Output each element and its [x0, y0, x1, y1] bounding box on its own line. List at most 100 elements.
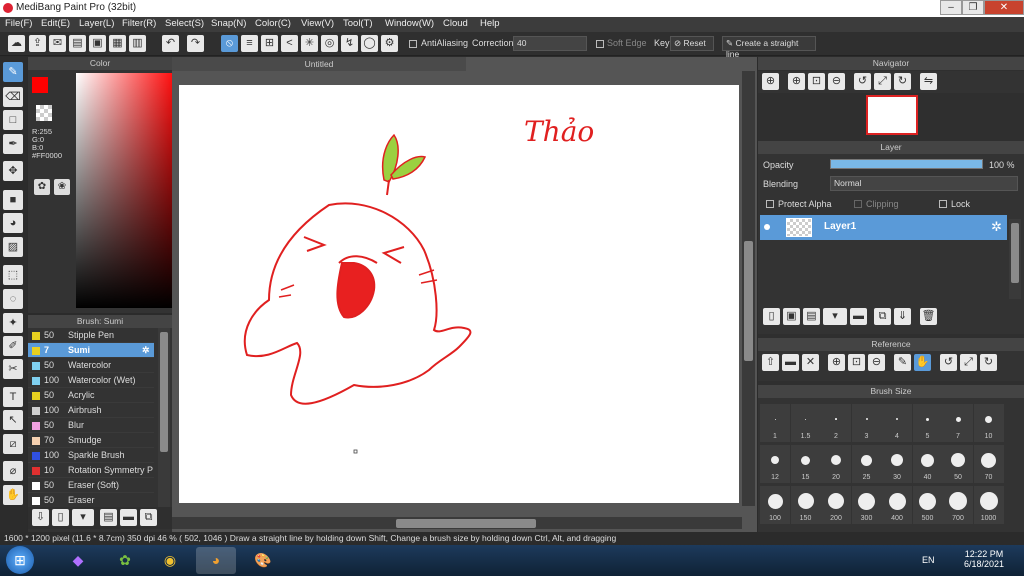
snap-off-icon[interactable]: ⦸ — [221, 35, 238, 52]
brush-size-option[interactable]: 25 — [851, 445, 882, 483]
brush-size-option[interactable]: 20 — [821, 445, 851, 483]
brush-size-option[interactable]: 30 — [882, 445, 912, 483]
blending-select[interactable]: Normal — [830, 176, 1018, 191]
select-eraser-tool-icon[interactable]: ✂ — [3, 359, 23, 379]
brush-item-acrylic[interactable]: 50 Acrylic — [28, 388, 154, 403]
navigator-preview[interactable] — [866, 95, 918, 135]
brush-size-option[interactable]: 1000 — [973, 486, 1004, 524]
drawing-canvas[interactable]: Thảo — [179, 85, 739, 503]
paint-icon[interactable]: 🎨 — [243, 547, 283, 574]
transparent-color-swatch[interactable] — [36, 105, 52, 121]
brush-size-option[interactable]: 50 — [943, 445, 973, 483]
reference-rotate-right-icon[interactable]: ↻ — [980, 354, 997, 371]
copy-brush-icon[interactable]: ▤ — [100, 509, 117, 526]
divide-tool-icon[interactable]: ⧄ — [3, 434, 23, 454]
radial-snap-icon[interactable]: ✳ — [301, 35, 318, 52]
brush-size-option[interactable]: 5 — [912, 404, 943, 442]
merge-layer-icon[interactable]: ⇓ — [894, 308, 911, 325]
brush-settings-icon[interactable]: ✲ — [142, 343, 150, 358]
hand-tool-icon[interactable]: ✋ — [3, 485, 23, 505]
share-icon[interactable]: ⇪ — [29, 35, 46, 52]
brush-size-option[interactable]: 150 — [790, 486, 821, 524]
menu-file[interactable]: File(F) — [5, 18, 32, 29]
new-layer-icon[interactable]: ▯ — [763, 308, 780, 325]
vertical-scrollbar[interactable] — [742, 71, 755, 506]
color-picker-icon[interactable]: ❀ — [54, 179, 70, 195]
settings-icon[interactable]: ▦ — [109, 35, 126, 52]
language-indicator[interactable]: EN — [922, 555, 935, 565]
brush-size-option[interactable]: 12 — [760, 445, 790, 483]
new-8bit-layer-icon[interactable]: ▤ — [803, 308, 820, 325]
menu-select[interactable]: Select(S) — [165, 18, 204, 29]
reference-fit-icon[interactable]: ⊡ — [848, 354, 865, 371]
menu-window[interactable]: Window(W) — [385, 18, 434, 29]
lasso-tool-icon[interactable]: ◌ — [3, 289, 23, 309]
brush-list-scrollbar[interactable] — [158, 328, 170, 513]
flip-icon[interactable]: ⇋ — [920, 73, 937, 90]
reference-folder-icon[interactable]: ▬ — [782, 354, 799, 371]
menu-layer[interactable]: Layer(L) — [79, 18, 114, 29]
brush-size-option[interactable]: 7 — [943, 404, 973, 442]
select-tool-icon[interactable]: ⬚ — [3, 265, 23, 285]
brush-size-option[interactable]: 200 — [821, 486, 851, 524]
eyedropper-tool-icon[interactable]: ⌀ — [3, 461, 23, 481]
folder-icon[interactable]: ▬ — [120, 509, 137, 526]
reference-zoom-icon[interactable]: ⊕ — [828, 354, 845, 371]
brush-size-option[interactable]: 300 — [851, 486, 882, 524]
new-halftone-layer-icon[interactable]: ▣ — [783, 308, 800, 325]
magic-wand-tool-icon[interactable]: ✦ — [3, 313, 23, 333]
brush-tool-icon[interactable]: ✎ — [3, 62, 23, 82]
start-button[interactable]: ⊞ — [6, 546, 34, 574]
brush-size-option[interactable]: 3 — [851, 404, 882, 442]
add-brush-icon[interactable]: ▯ — [52, 509, 69, 526]
brush-item-stipple-pen[interactable]: 50 Stipple Pen — [28, 328, 154, 343]
protect-alpha-checkbox[interactable] — [766, 200, 774, 208]
brush-size-option[interactable]: 400 — [882, 486, 912, 524]
layer-folder-icon[interactable]: ▬ — [850, 308, 867, 325]
rotate-right-icon[interactable]: ↻ — [894, 73, 911, 90]
horizontal-scrollbar[interactable] — [172, 517, 742, 529]
delete-brush-icon[interactable]: ⧉ — [140, 509, 157, 526]
menu-help[interactable]: Help — [480, 18, 500, 29]
reference-fit-window-icon[interactable]: ⤢ — [960, 354, 977, 371]
palette-icon[interactable]: ✿ — [34, 179, 50, 195]
visual-studio-icon[interactable]: ◆ — [58, 547, 98, 574]
brush-size-option[interactable]: 15 — [790, 445, 821, 483]
fit-icon[interactable]: ⊡ — [808, 73, 825, 90]
cloud-icon[interactable]: ☁ — [8, 35, 25, 52]
select-pen-tool-icon[interactable]: ✐ — [3, 336, 23, 356]
menu-snap[interactable]: Snap(N) — [211, 18, 246, 29]
reference-eyedropper-icon[interactable]: ✎ — [894, 354, 911, 371]
brush-item-smudge[interactable]: 70 Smudge — [28, 433, 154, 448]
layer-scrollbar[interactable] — [1009, 219, 1021, 299]
minimize-button[interactable]: – — [940, 0, 962, 15]
eraser-tool-icon[interactable]: ⌫ — [3, 87, 23, 107]
document-icon[interactable]: ▣ — [89, 35, 106, 52]
new-file-icon[interactable]: ▤ — [69, 35, 86, 52]
app-icon-green[interactable]: ✿ — [105, 547, 145, 574]
zoom-icon[interactable]: ⊕ — [762, 73, 779, 90]
brush-item-eraser[interactable]: 50 Eraser — [28, 493, 154, 508]
circle-snap-icon[interactable]: ◎ — [321, 35, 338, 52]
brush-size-option[interactable]: 100 — [760, 486, 790, 524]
brush-item-sumi[interactable]: 7 Sumi ✲ — [28, 343, 154, 358]
brush-item-eraser-soft-[interactable]: 50 Eraser (Soft) — [28, 478, 154, 493]
gradient-tool-icon[interactable]: ▨ — [3, 237, 23, 257]
correction-select[interactable]: 40 — [513, 36, 587, 51]
brush-size-option[interactable]: 1.5 — [790, 404, 821, 442]
brush-size-option[interactable]: 700 — [943, 486, 973, 524]
dot-tool-icon[interactable]: □ — [3, 110, 23, 130]
brush-size-option[interactable]: 10 — [973, 404, 1004, 442]
menu-filter[interactable]: Filter(R) — [122, 18, 156, 29]
brush-item-sparkle-brush[interactable]: 100 Sparkle Brush — [28, 448, 154, 463]
layer-row[interactable]: Layer1 ✲ — [760, 215, 1007, 240]
saturation-value-picker[interactable] — [76, 73, 179, 308]
delete-layer-icon[interactable]: 🗑 — [920, 308, 937, 325]
brush-size-option[interactable]: 2 — [821, 404, 851, 442]
rotate-left-icon[interactable]: ↺ — [854, 73, 871, 90]
canvas-tab[interactable]: Untitled — [172, 57, 466, 71]
brush-item-blur[interactable]: 50 Blur — [28, 418, 154, 433]
primary-color-swatch[interactable] — [32, 77, 48, 93]
undo-icon[interactable]: ↶ — [162, 35, 179, 52]
layer-add-menu-icon[interactable]: ▾ — [823, 308, 847, 325]
